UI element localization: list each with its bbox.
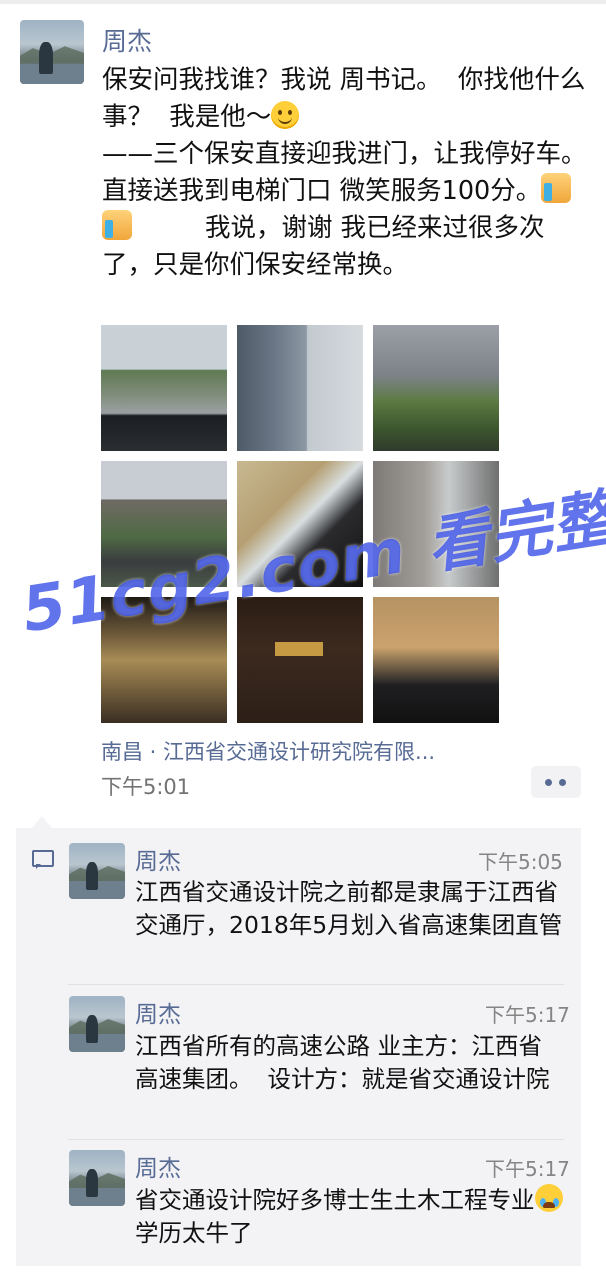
smile-emoji-icon [271, 101, 300, 129]
comment-text: 江西省交通设计院之前都是隶属于江西省交通厅，2018年5月划入省高速集团直管 [135, 878, 563, 939]
comment-time: 下午5:05 [478, 850, 563, 874]
more-actions-button[interactable] [531, 766, 581, 798]
crying-laughing-emoji-icon [534, 1184, 563, 1212]
comment-text: 江西省所有的高速公路 业主方：江西省高速集团。 设计方：就是省交通设计院 [135, 1032, 550, 1093]
post-author-name[interactable]: 周杰 [102, 22, 152, 58]
photo-thumbnail[interactable] [373, 325, 499, 451]
dot-icon [559, 779, 566, 786]
photo-thumbnail[interactable] [237, 325, 363, 451]
comment-text-before-emoji: 省交通设计院好多博士生土木工程专业 [135, 1186, 535, 1214]
photo-thumbnail[interactable] [101, 325, 227, 451]
post-time: 下午5:01 [101, 775, 191, 799]
comment-divider [68, 1139, 564, 1140]
dot-icon [545, 779, 552, 786]
thumbs-up-emoji-icon [102, 210, 132, 240]
post-text-part-2: ——三个保安直接迎我进门，让我停好车。直接送我到电梯门口 微笑服务100分。 [102, 139, 587, 206]
photo-thumbnail[interactable] [237, 597, 363, 723]
thumbs-up-emoji-icon [541, 173, 572, 203]
post-author-avatar[interactable] [20, 20, 84, 84]
post-text-part-1: 保安问我找谁？我说 周书记。 你找他什么事？ 我是他～ [102, 65, 586, 132]
post-text: 保安问我找谁？我说 周书记。 你找他什么事？ 我是他～ ——三个保安直接迎我进门… [102, 62, 588, 284]
comment-author-avatar[interactable] [69, 843, 125, 899]
photo-thumbnail[interactable] [373, 597, 499, 723]
post-location[interactable]: 南昌 · 江西省交通设计研究院有限... [101, 736, 435, 766]
comment-divider [68, 984, 564, 985]
top-separator [0, 0, 606, 4]
comment-author-name[interactable]: 周杰 [135, 842, 181, 876]
comment-author-avatar[interactable] [69, 1150, 125, 1206]
comment-icon [32, 850, 54, 869]
comment-time: 下午5:17 [485, 1157, 570, 1181]
comment-author-name[interactable]: 周杰 [135, 1149, 181, 1183]
comment-time: 下午5:17 [485, 1003, 570, 1027]
comment-author-avatar[interactable] [69, 996, 125, 1052]
comment-text: 省交通设计院好多博士生土木工程专业 学历太牛了 [135, 1184, 565, 1250]
comment-author-name[interactable]: 周杰 [135, 995, 181, 1029]
comment-box-notch [32, 816, 52, 828]
post-text-part-3: 我说，谢谢 我已经来过很多次了，只是你们保安经常换。 [102, 213, 545, 280]
